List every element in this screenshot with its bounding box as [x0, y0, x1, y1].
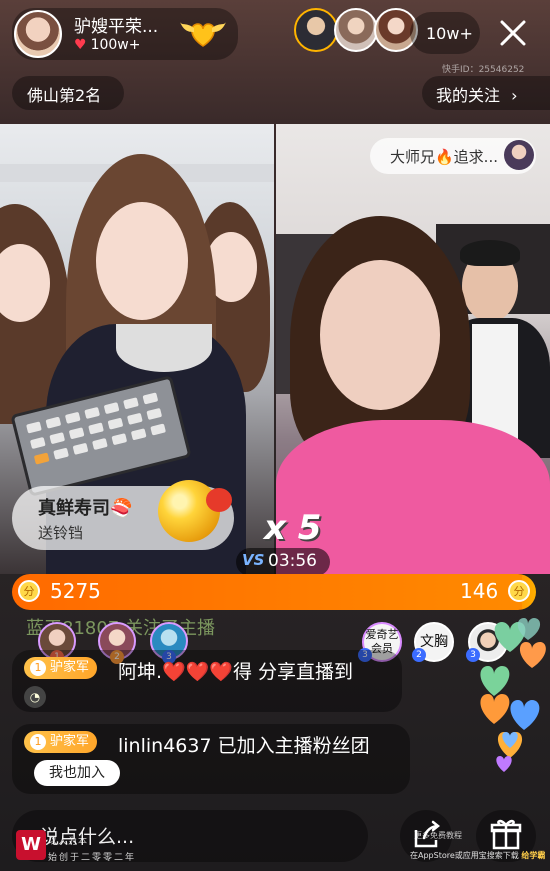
host-avatar[interactable] — [14, 10, 62, 58]
user-mini-icon: ◔ — [24, 686, 46, 708]
watermark-prefix: 在AppStore或应用宝搜索下载 — [410, 851, 519, 860]
viewer-count: 10w+ — [426, 24, 473, 43]
viewer-avatar[interactable] — [294, 8, 338, 52]
watermark-brand: 给学霸 — [521, 851, 546, 860]
pk-score-left: 5275 — [50, 579, 101, 603]
opponent-avatar[interactable] — [504, 140, 534, 170]
host-likes: ♥ 100w+ — [74, 37, 140, 53]
top-fan-label: 文胸 — [420, 634, 448, 650]
chevron-right-icon: › — [511, 86, 518, 105]
fan-level: 1 — [30, 659, 46, 676]
host-likes-count: 100w+ — [90, 37, 141, 53]
bell-bow-icon — [206, 488, 232, 512]
watermark-slogan: 始创于二零零二年 — [48, 853, 137, 863]
gift-description: 送铃铛 — [38, 524, 84, 542]
background-man-hair — [460, 240, 520, 266]
gift-combo-count: x 5 — [264, 508, 322, 548]
my-follow-label: 我的关注 › — [436, 82, 518, 106]
kuaishou-id: 快手ID：25546252 — [442, 65, 525, 75]
opponent-tag: 大师兄🔥追求... — [390, 148, 498, 166]
opponent-video-panel[interactable] — [276, 124, 550, 574]
lace-collar — [116, 324, 212, 372]
fan-level: 1 — [30, 733, 46, 750]
opponent-face — [320, 260, 440, 410]
viewer-avatar[interactable] — [334, 8, 378, 52]
fan-club-badge: 1 驴家军 — [24, 657, 98, 679]
vs-icon: VS — [242, 551, 265, 569]
watermark-text: 在AppStore或应用宝搜索下载 给学霸 — [410, 850, 545, 861]
join-fan-club-button[interactable]: 我也加入 — [34, 760, 120, 786]
coin-icon: 分 — [18, 580, 40, 602]
heart-icon — [519, 642, 546, 668]
heart-icon — [480, 666, 510, 696]
watermark-text: 更多免费教程 — [414, 831, 462, 840]
heart-icon — [510, 700, 540, 730]
fan-club-badge: 1 驴家军 — [24, 731, 98, 753]
floating-hearts — [480, 618, 546, 772]
fan-club-name: 驴家军 — [50, 660, 90, 675]
pk-timer: 03:56 — [268, 551, 317, 571]
heart-icon: ♥ — [74, 37, 87, 53]
my-follow-text: 我的关注 — [436, 86, 501, 105]
comment-text: linlin4637 已加入主播粉丝团 — [118, 735, 370, 757]
gift-sender: 真鲜寿司🍣 — [38, 498, 133, 519]
host-name: 驴嫂平荣... — [74, 17, 159, 37]
comment-text: 阿坤.❤️❤️❤️得 分享直播到 — [118, 661, 354, 683]
fan-club-name: 驴家军 — [50, 734, 90, 749]
heart-icon — [480, 694, 510, 724]
top-fan-rank: 2 — [412, 648, 426, 662]
watermark-slogan: 以人为本 — [48, 837, 89, 847]
coin-icon: 分 — [508, 580, 530, 602]
city-rank-label: 佛山第2名 — [27, 86, 102, 105]
close-icon[interactable] — [496, 16, 530, 50]
heart-icon — [496, 756, 512, 772]
watermark-logo: W — [16, 830, 46, 860]
host-face — [96, 202, 188, 320]
golden-heart-wings-icon[interactable] — [180, 16, 226, 50]
